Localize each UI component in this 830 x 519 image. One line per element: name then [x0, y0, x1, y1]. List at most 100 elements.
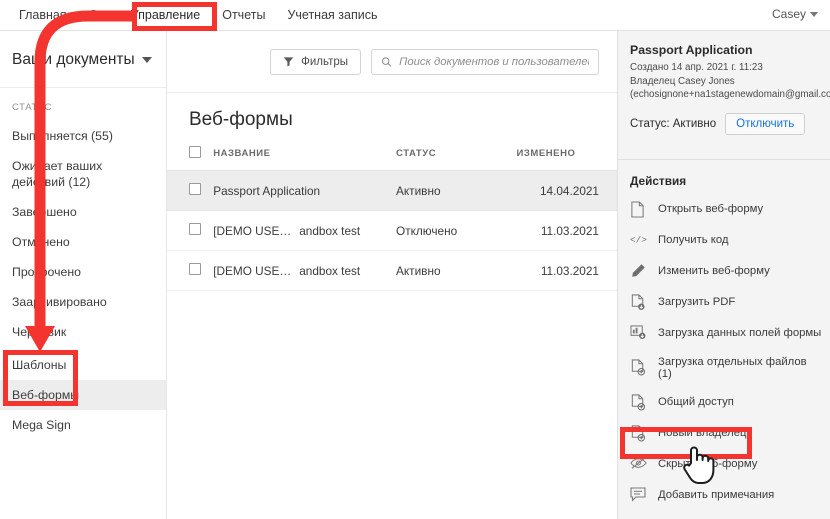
filters-button-label: Фильтры — [301, 55, 348, 68]
download-form-data-icon — [630, 324, 647, 342]
user-menu-label: Casey — [771, 7, 806, 21]
sidebar-item-in-progress[interactable]: Выполняется (55) — [0, 121, 166, 151]
row-name: [DEMO USE ... andbox test — [213, 250, 397, 291]
column-header-status[interactable]: СТАТУС — [396, 141, 517, 171]
sidebar-item-web-forms[interactable]: Веб-формы — [0, 380, 166, 410]
main-content: Фильтры Поиск документов и пользователей… — [167, 31, 617, 519]
top-navigation-bar: Главная О... Управление Отчеты Учетная з… — [0, 0, 830, 31]
action-label: Открыть веб-форму — [658, 203, 764, 215]
action-label: Новый владелец — [658, 427, 747, 439]
sidebar-item-templates[interactable]: Шаблоны — [0, 350, 166, 380]
chevron-down-icon — [810, 11, 818, 17]
table-row[interactable]: Passport Application Активно 14.04.2021 — [167, 170, 617, 211]
search-input[interactable]: Поиск документов и пользователей... — [371, 48, 599, 75]
sidebar-item-archived[interactable]: Заархивировано — [0, 287, 166, 317]
search-icon — [381, 56, 392, 67]
status-badge: Активно — [672, 117, 717, 130]
nav-item-home[interactable]: Главная — [8, 4, 78, 26]
row-status: Отключено — [396, 210, 517, 251]
hide-eye-icon — [630, 456, 647, 473]
filters-button[interactable]: Фильтры — [270, 48, 361, 75]
details-created: Создано 14 апр. 2021 г. 11:23 — [630, 62, 763, 73]
page-title: Веб-формы — [189, 109, 293, 130]
sidebar-item-mega-sign[interactable]: Mega Sign — [0, 410, 166, 440]
row-name-suffix: andbox test — [299, 263, 361, 278]
sidebar-title-label: Ваши документы — [12, 51, 135, 68]
details-owner: Владелец Casey Jones — [630, 75, 735, 87]
action-label: Получить код — [658, 234, 729, 246]
nav-item-reports[interactable]: Отчеты — [211, 4, 276, 26]
download-files-icon — [630, 359, 647, 376]
sidebar-item-expired[interactable]: Просрочено — [0, 257, 166, 287]
row-name-suffix: andbox test — [299, 223, 361, 238]
actions-heading: Действия — [630, 173, 687, 188]
status-label: Статус: Активно — [630, 118, 716, 130]
row-name-prefix: [DEMO USE ... — [213, 223, 292, 238]
action-download-individual-files[interactable]: Загрузка отдельных файлов (1) — [618, 349, 830, 387]
sidebar-item-completed[interactable]: Завершено — [0, 197, 166, 227]
column-header-name[interactable]: НАЗВАНИЕ — [213, 141, 397, 171]
action-get-code[interactable]: </> Получить код — [618, 225, 830, 256]
action-label: Загрузить PDF — [658, 296, 736, 308]
sidebar-group-assets: Шаблоны Веб-формы Mega Sign — [0, 350, 166, 440]
row-modified: 14.04.2021 — [516, 170, 617, 211]
row-status: Активно — [396, 250, 517, 291]
chevron-down-icon — [141, 57, 152, 63]
action-label: Общий доступ — [658, 396, 734, 408]
table-row[interactable]: [DEMO USE ... andbox test Отключено 11.0… — [167, 210, 617, 251]
select-all-header — [167, 141, 214, 171]
comment-icon — [630, 486, 647, 504]
action-label: Скрыть веб-форму — [658, 458, 758, 470]
nav-item-send[interactable]: О... — [78, 4, 120, 26]
row-checkbox-cell — [167, 210, 214, 251]
sidebar-item-cancelled[interactable]: Отменено — [0, 227, 166, 257]
row-modified: 11.03.2021 — [516, 210, 617, 251]
action-label: Изменить веб-форму — [658, 265, 770, 277]
action-label: Загрузка отдельных файлов (1) — [658, 355, 807, 380]
pencil-icon — [630, 263, 647, 280]
action-hide-web-form[interactable]: Скрыть веб-форму — [618, 449, 830, 480]
share-icon — [630, 393, 647, 411]
table-row[interactable]: [DEMO USE ... andbox test Активно 11.03.… — [167, 250, 617, 291]
action-download-form-field-data[interactable]: Загрузка данных полей формы — [618, 318, 830, 349]
status-label-text: Статус: — [630, 117, 670, 130]
action-download-pdf[interactable]: Загрузить PDF — [618, 287, 830, 318]
row-modified: 11.03.2021 — [516, 250, 617, 291]
row-checkbox[interactable] — [189, 183, 201, 195]
row-checkbox-cell — [167, 250, 214, 291]
nav-item-manage[interactable]: Управление — [120, 4, 212, 26]
table-header-row: НАЗВАНИЕ СТАТУС ИЗМЕНЕНО — [167, 141, 617, 171]
document-icon — [630, 200, 647, 218]
sidebar-item-draft[interactable]: Черновик — [0, 317, 166, 347]
sidebar-status-header: СТАТУС — [12, 102, 52, 113]
action-new-owner[interactable]: Новый владелец — [618, 418, 830, 449]
action-add-notes[interactable]: Добавить примечания — [618, 480, 830, 511]
nav-items: Главная О... Управление Отчеты Учетная з… — [0, 4, 388, 26]
select-all-checkbox[interactable] — [189, 146, 201, 158]
action-label: Добавить примечания — [658, 489, 775, 501]
nav-item-account[interactable]: Учетная запись — [276, 4, 388, 26]
sidebar-documents-dropdown[interactable]: Ваши документы — [0, 31, 166, 88]
funnel-icon — [283, 57, 294, 67]
disable-button[interactable]: Отключить — [725, 112, 806, 135]
user-menu[interactable]: Casey — [772, 7, 818, 21]
details-status-row: Статус: Активно Отключить — [630, 112, 820, 135]
action-share[interactable]: Общий доступ — [618, 387, 830, 418]
search-placeholder: Поиск документов и пользователей... — [399, 55, 589, 68]
sidebar-item-waiting-for-you[interactable]: Ожидает ваших действий (12) — [0, 151, 166, 197]
details-owner-email: (echosignone+na1stagenewdomain@gmail.com… — [630, 89, 830, 100]
action-open-web-form[interactable]: Открыть веб-форму — [618, 194, 830, 225]
row-checkbox[interactable] — [189, 263, 201, 275]
column-header-modified[interactable]: ИЗМЕНЕНО — [516, 141, 617, 171]
action-edit-web-form[interactable]: Изменить веб-форму — [618, 256, 830, 287]
row-name-prefix: [DEMO USE ... — [213, 263, 292, 278]
details-document-title: Passport Application — [630, 43, 753, 57]
web-forms-table: НАЗВАНИЕ СТАТУС ИЗМЕНЕНО Passport Applic… — [167, 141, 617, 291]
new-owner-icon — [630, 424, 647, 442]
content-toolbar: Фильтры Поиск документов и пользователей… — [167, 31, 617, 93]
code-icon: </> — [630, 232, 647, 249]
left-sidebar: Ваши документы СТАТУС Выполняется (55) О… — [0, 31, 167, 519]
row-checkbox[interactable] — [189, 223, 201, 235]
row-checkbox-cell — [167, 170, 214, 211]
row-status: Активно — [396, 170, 517, 211]
